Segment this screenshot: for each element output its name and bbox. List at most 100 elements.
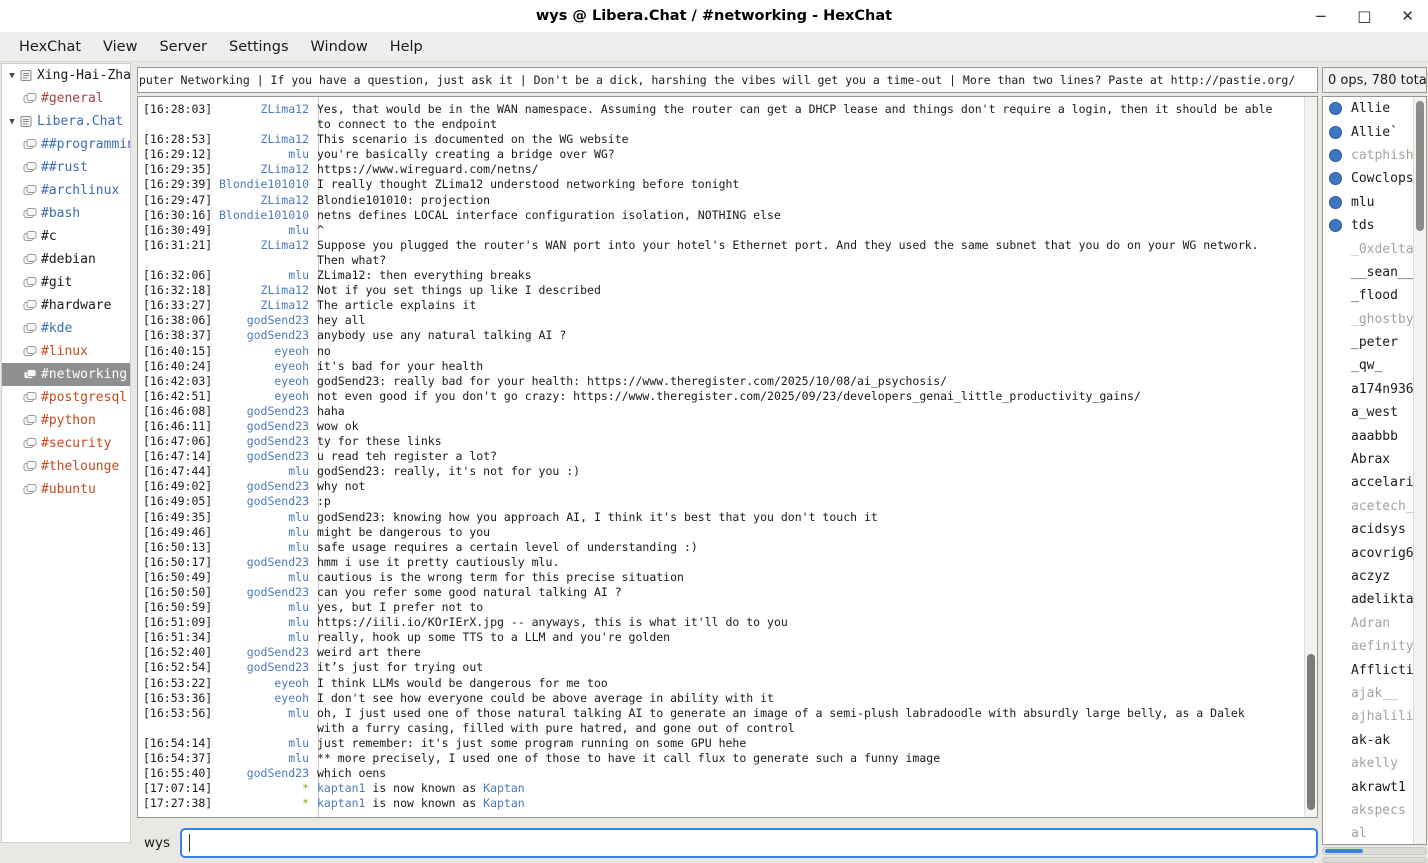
- userlist-row[interactable]: Affliction: [1323, 658, 1413, 681]
- userlist-row[interactable]: ak-ak: [1323, 729, 1413, 752]
- nick-separator-gap: [309, 615, 317, 630]
- menu-item[interactable]: Window: [300, 34, 379, 60]
- expander-triangle-icon[interactable]: ▼: [5, 117, 19, 127]
- userlist-row[interactable]: acetech_: [1323, 495, 1413, 518]
- menu-item[interactable]: View: [92, 34, 148, 60]
- chat-scrollbar[interactable]: [1304, 97, 1317, 817]
- userlist-row[interactable]: Cowclops`: [1323, 167, 1413, 190]
- message-input[interactable]: [180, 828, 1318, 858]
- tree-row[interactable]: ▼ #networking: [2, 363, 130, 386]
- userlist-row[interactable]: a174n936: [1323, 378, 1413, 401]
- tree-row[interactable]: ▼ #bash: [2, 202, 130, 225]
- tree-row[interactable]: ▼ #thelounge: [2, 455, 130, 478]
- tree-row[interactable]: ▼ Libera.Chat: [2, 110, 130, 133]
- message-text: godSend23: knowing how you approach AI, …: [317, 510, 1303, 525]
- tree-row[interactable]: ▼ #ubuntu: [2, 478, 130, 501]
- tree-row[interactable]: ▼ Xing-Hai-Zhan: [2, 64, 130, 87]
- userlist-scrollbar-thumb[interactable]: [1416, 101, 1424, 231]
- topic-bar[interactable]: puter Networking | If you have a questio…: [137, 67, 1318, 93]
- tree-row[interactable]: ▼ #git: [2, 271, 130, 294]
- userlist-row[interactable]: akrawt1: [1323, 775, 1413, 798]
- message-timestamp: [16:54:37]: [138, 751, 208, 766]
- menu-item[interactable]: Server: [148, 34, 218, 60]
- tree-row[interactable]: ▼ #c: [2, 225, 130, 248]
- userlist-row[interactable]: Adran: [1323, 612, 1413, 635]
- userlist-scrollbar[interactable]: [1413, 97, 1426, 844]
- tree-row[interactable]: ▼ ##programming: [2, 133, 130, 156]
- userlist-row[interactable]: Abrax: [1323, 448, 1413, 471]
- userlist-row[interactable]: _ghostbyte: [1323, 308, 1413, 331]
- channel-bubble-icon: [23, 391, 37, 404]
- userlist-row[interactable]: acovrig60: [1323, 541, 1413, 564]
- userlist-row[interactable]: _0xdelta: [1323, 237, 1413, 260]
- userlist-row[interactable]: a_west: [1323, 401, 1413, 424]
- userlist-row[interactable]: tds: [1323, 214, 1413, 237]
- userlist-row[interactable]: ajak__: [1323, 682, 1413, 705]
- expander-triangle-icon[interactable]: ▼: [5, 71, 19, 81]
- message-text: might be dangerous to you: [317, 525, 1303, 540]
- menu-item[interactable]: Help: [379, 34, 434, 60]
- user-status-dot-icon: [1329, 126, 1342, 139]
- user-nickname: aefinity: [1351, 639, 1413, 654]
- userlist-row[interactable]: al: [1323, 822, 1413, 845]
- close-button[interactable]: ✕: [1401, 9, 1414, 24]
- channel-bubble-icon: [23, 414, 37, 427]
- tree-row[interactable]: ▼ #archlinux: [2, 179, 130, 202]
- message-nick: godSend23: [208, 645, 309, 660]
- nick-separator-gap: [309, 193, 317, 208]
- menu-bar: HexChatViewServerSettingsWindowHelp: [0, 32, 1428, 62]
- chat-message-row: [16:29:12] mlu you're basically creating…: [138, 147, 1303, 162]
- nick-separator-gap: [309, 645, 317, 660]
- tree-row[interactable]: ▼ #kde: [2, 317, 130, 340]
- userlist-hscrollbar[interactable]: [1322, 847, 1427, 855]
- nick-separator-gap: [309, 177, 317, 192]
- message-text: netns defines LOCAL interface configurat…: [317, 208, 1303, 223]
- chat-message-row: [16:51:09] mlu https://iili.io/KOrIErX.j…: [138, 615, 1303, 630]
- message-nick: mlu: [208, 615, 309, 630]
- userlist-row[interactable]: acidsys: [1323, 518, 1413, 541]
- menu-item[interactable]: HexChat: [8, 34, 92, 60]
- userlist-row[interactable]: akspecs: [1323, 799, 1413, 822]
- userlist-row[interactable]: Allie`: [1323, 120, 1413, 143]
- userlist-row[interactable]: akelly: [1323, 752, 1413, 775]
- tree-row[interactable]: ▼ #general: [2, 87, 130, 110]
- channel-bubble-icon: [23, 138, 37, 151]
- message-nick: mlu: [208, 525, 309, 540]
- tree-row[interactable]: ▼ #linux: [2, 340, 130, 363]
- userlist-row[interactable]: aaabbb: [1323, 424, 1413, 447]
- userlist-row[interactable]: catphish: [1323, 144, 1413, 167]
- channel-bubble-icon: [23, 345, 37, 358]
- userlist-row[interactable]: ajhalili2: [1323, 705, 1413, 728]
- userlist-row[interactable]: mlu: [1323, 191, 1413, 214]
- userlist-row[interactable]: _peter: [1323, 331, 1413, 354]
- userlist-row[interactable]: adeliktas: [1323, 588, 1413, 611]
- chat-scrollbar-thumb[interactable]: [1307, 654, 1315, 810]
- minimize-button[interactable]: −: [1315, 9, 1328, 24]
- message-text: cautious is the wrong term for this prec…: [317, 570, 1303, 585]
- channel-topic-text: puter Networking | If you have a questio…: [137, 73, 1295, 87]
- tree-row[interactable]: ▼ #debian: [2, 248, 130, 271]
- tree-row[interactable]: ▼ #hardware: [2, 294, 130, 317]
- userlist-row[interactable]: aefinity: [1323, 635, 1413, 658]
- userlist-row[interactable]: Allie: [1323, 97, 1413, 120]
- userlist-hscrollbar-thumb[interactable]: [1325, 849, 1363, 853]
- chat-message-row: [16:47:14] godSend23 u read teh register…: [138, 449, 1303, 464]
- tree-row[interactable]: ▼ #security: [2, 432, 130, 455]
- tree-row[interactable]: ▼ #postgresql: [2, 386, 130, 409]
- menu-item[interactable]: Settings: [218, 34, 299, 60]
- userlist-row[interactable]: _qw_: [1323, 354, 1413, 377]
- nick-separator-gap: [309, 766, 317, 781]
- userlist-row[interactable]: accelario: [1323, 471, 1413, 494]
- chat-message-row: [16:50:17] godSend23 hmm i use it pretty…: [138, 555, 1303, 570]
- tree-row[interactable]: ▼ ##rust: [2, 156, 130, 179]
- nick-separator-gap: [309, 525, 317, 540]
- chat-message-row: [16:32:18] ZLima12 Not if you set things…: [138, 283, 1303, 298]
- maximize-button[interactable]: □: [1357, 9, 1371, 24]
- userlist-row[interactable]: aczyz: [1323, 565, 1413, 588]
- userlist-row[interactable]: __sean__: [1323, 261, 1413, 284]
- tree-row-label: #debian: [41, 252, 96, 267]
- message-timestamp: [16:46:11]: [138, 419, 208, 434]
- nick-separator-gap: [309, 691, 317, 706]
- userlist-row[interactable]: _flood: [1323, 284, 1413, 307]
- tree-row[interactable]: ▼ #python: [2, 409, 130, 432]
